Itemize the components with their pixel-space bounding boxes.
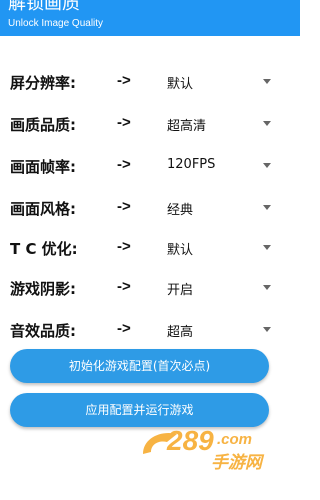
watermark-cn: 手游网 — [211, 453, 265, 473]
arrow-text: -> — [117, 320, 131, 337]
dropdown-caret-icon — [263, 327, 271, 332]
arrow-text: -> — [117, 278, 131, 295]
setting-row-resolution: 屏分辨率: -> 默认 — [0, 62, 300, 102]
setting-label: 画质品质: — [10, 116, 76, 134]
dropdown-caret-icon — [263, 285, 271, 290]
watermark-domain: .com — [217, 431, 252, 448]
arrow-text: -> — [117, 198, 131, 215]
arrow-text: -> — [117, 238, 131, 255]
framerate-dropdown[interactable]: 120FPS — [167, 156, 277, 178]
apply-run-button[interactable]: 应用配置并运行游戏 — [10, 393, 269, 427]
resolution-dropdown[interactable]: 默认 — [167, 72, 277, 94]
dropdown-value: 超高清 — [167, 119, 207, 134]
setting-row-style: 画面风格: -> 经典 — [0, 188, 300, 228]
dropdown-value: 开启 — [167, 283, 194, 298]
dropdown-caret-icon — [263, 121, 271, 126]
arrow-text: -> — [117, 72, 131, 89]
app-header: 解锁画质 Unlock Image Quality — [0, 0, 300, 36]
setting-label: 画面风格: — [10, 200, 76, 218]
setting-row-shadow: 游戏阴影: -> 开启 — [0, 268, 300, 308]
setting-row-tc-optimize: T C 优化: -> 默认 — [0, 228, 300, 268]
shadow-dropdown[interactable]: 开启 — [167, 278, 277, 300]
arrow-text: -> — [117, 114, 131, 131]
audio-dropdown[interactable]: 超高 — [167, 320, 277, 342]
setting-row-audio: 音效品质: -> 超高 — [0, 310, 300, 350]
setting-label: 屏分辨率: — [10, 74, 76, 92]
setting-row-framerate: 画面帧率: -> 120FPS — [0, 146, 300, 186]
setting-label: 游戏阴影: — [10, 280, 76, 298]
watermark-swoosh-icon — [143, 432, 177, 454]
quality-dropdown[interactable]: 超高清 — [167, 114, 277, 136]
setting-row-quality: 画质品质: -> 超高清 — [0, 104, 300, 144]
setting-label: 画面帧率: — [10, 158, 76, 176]
page-subtitle: Unlock Image Quality — [8, 18, 104, 29]
dropdown-caret-icon — [263, 79, 271, 84]
arrow-text: -> — [117, 156, 131, 173]
dropdown-value: 超高 — [167, 325, 194, 340]
dropdown-value: 120FPS — [167, 157, 216, 172]
page-title: 解锁画质 — [8, 0, 80, 14]
setting-label: 音效品质: — [10, 322, 76, 340]
watermark-brand: 289 — [166, 425, 214, 456]
watermark-logo: 289 .com 手游网 — [143, 425, 265, 473]
style-dropdown[interactable]: 经典 — [167, 198, 277, 220]
init-config-button[interactable]: 初始化游戏配置(首次必点) — [10, 349, 269, 383]
dropdown-caret-icon — [263, 245, 271, 250]
tc-optimize-dropdown[interactable]: 默认 — [167, 238, 277, 260]
dropdown-caret-icon — [263, 163, 271, 168]
setting-label: T C 优化: — [10, 240, 78, 258]
dropdown-value: 默认 — [167, 243, 194, 258]
dropdown-value: 经典 — [167, 203, 194, 218]
dropdown-caret-icon — [263, 205, 271, 210]
dropdown-value: 默认 — [167, 77, 194, 92]
